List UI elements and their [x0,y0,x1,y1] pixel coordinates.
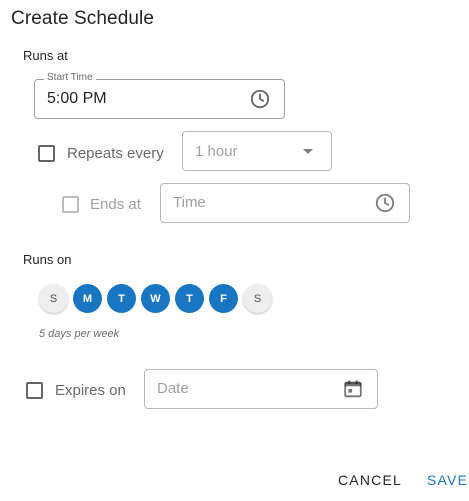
ends-at-checkbox[interactable] [62,196,79,213]
repeats-label: Repeats every [67,145,164,162]
expires-checkbox[interactable] [26,382,43,399]
dialog-title: Create Schedule [11,8,155,29]
day-toggle-wednesday[interactable]: W [141,284,170,313]
expires-date-field[interactable]: Date [144,369,378,409]
start-time-field[interactable]: Start Time 5:00 PM [34,72,285,119]
clock-icon[interactable] [249,88,271,110]
day-toggle-tuesday[interactable]: T [107,284,136,313]
calendar-icon[interactable] [342,378,364,400]
weekday-selector: S M T W T F S [39,284,272,313]
repeat-interval-select[interactable]: 1 hour [182,131,332,171]
clock-icon[interactable] [374,192,396,214]
runs-at-label: Runs at [23,48,68,63]
day-toggle-thursday[interactable]: T [175,284,204,313]
day-toggle-sunday[interactable]: S [39,284,68,313]
ends-at-placeholder: Time [173,194,206,211]
save-button[interactable]: SAVE [427,472,468,488]
ends-at-label: Ends at [90,196,141,213]
day-toggle-friday[interactable]: F [209,284,238,313]
start-time-legend: Start Time [44,72,96,83]
day-toggle-monday[interactable]: M [73,284,102,313]
ends-at-time-field[interactable]: Time [160,183,410,223]
dropdown-arrow-icon [303,149,313,154]
day-toggle-saturday[interactable]: S [243,284,272,313]
expires-label: Expires on [55,382,126,399]
runs-on-label: Runs on [23,252,72,267]
start-time-value: 5:00 PM [47,90,107,107]
days-summary: 5 days per week [39,328,120,340]
cancel-button[interactable]: CANCEL [338,472,402,488]
repeats-checkbox[interactable] [38,145,55,162]
repeat-interval-value: 1 hour [195,143,238,160]
expires-date-placeholder: Date [157,380,189,397]
